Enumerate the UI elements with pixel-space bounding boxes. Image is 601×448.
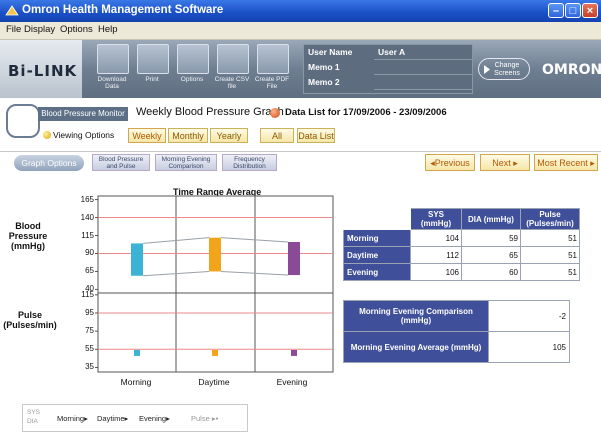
y-tick-label: 115 — [81, 230, 94, 240]
pulse-plot-area — [97, 292, 334, 373]
table-row: Morning Evening Average (mmHg) 105 — [343, 331, 570, 363]
legend-evening: Evening▸ — [139, 414, 170, 423]
x-label-evening: Evening — [276, 377, 308, 387]
table-row: Morning Evening Comparison (mmHg) -2 — [343, 300, 570, 332]
y-tick-label: 35 — [85, 362, 94, 372]
legend-sys-dia: SYS DIA — [27, 409, 41, 425]
bp-range-bar — [131, 243, 143, 276]
bp-range-bar — [209, 237, 221, 272]
header-dia: DIA (mmHg) — [461, 208, 521, 230]
y-tick-label: 90 — [85, 248, 94, 258]
y-tick-label: 165 — [80, 194, 94, 204]
y-tick-label: 95 — [85, 307, 94, 317]
y-tick-label: 65 — [85, 266, 94, 276]
table-row: Daytime 112 65 51 — [343, 246, 580, 264]
x-label-daytime: Daytime — [198, 377, 230, 387]
y-tick-label: 115 — [81, 289, 94, 299]
legend-daytime: Daytime▸ — [97, 414, 129, 423]
table-row: Morning 104 59 51 — [343, 229, 580, 247]
legend-morning: Morning▸ — [57, 414, 88, 423]
comparison-table: Morning Evening Comparison (mmHg) -2 Mor… — [343, 300, 570, 363]
table-row: Evening 106 60 51 — [343, 263, 580, 281]
pulse-point — [134, 349, 140, 356]
x-label-morning: Morning — [120, 377, 152, 387]
header-pulse: Pulse (Pulses/min) — [520, 208, 580, 230]
bp-range-bar — [288, 241, 300, 276]
y-tick-label: 75 — [85, 326, 94, 336]
legend-pulse: Pulse ▸▪ — [191, 414, 219, 423]
pulse-point — [291, 349, 297, 356]
y-tick-label: 140 — [80, 212, 94, 222]
legend: SYS DIA Morning▸ Daytime▸ Evening▸ Pulse… — [22, 404, 248, 432]
pulse-point — [212, 349, 218, 356]
header-sys: SYS (mmHg) — [410, 208, 462, 230]
y-tick-label: 55 — [85, 344, 94, 354]
values-table: SYS (mmHg) DIA (mmHg) Pulse (Pulses/min)… — [343, 208, 580, 281]
